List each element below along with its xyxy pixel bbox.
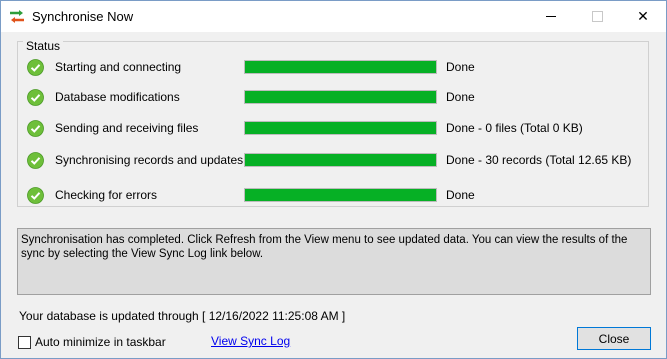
status-label: Synchronising records and updates (55, 153, 244, 167)
progress-fill (245, 154, 436, 166)
status-result: Done (446, 90, 475, 104)
progress-fill (245, 189, 436, 201)
check-circle-icon (27, 59, 44, 76)
status-legend: Status (23, 39, 64, 53)
status-row: Synchronising records and updates Done - … (1, 151, 667, 171)
status-row: Sending and receiving files Done - 0 file… (1, 119, 667, 139)
synchronise-window: Synchronise Now ✕ Status Starting and co… (0, 0, 667, 359)
view-sync-log-link[interactable]: View Sync Log (211, 334, 290, 348)
progress-bar (244, 153, 437, 167)
maximize-button (574, 1, 620, 32)
sync-message: Synchronisation has completed. Click Ref… (17, 228, 651, 295)
close-icon: ✕ (637, 8, 649, 24)
status-label: Checking for errors (55, 188, 158, 202)
progress-fill (245, 61, 436, 73)
title-bar: Synchronise Now ✕ (1, 1, 666, 32)
check-circle-icon (27, 187, 44, 204)
status-result: Done - 30 records (Total 12.65 KB) (446, 153, 632, 167)
progress-fill (245, 122, 436, 134)
status-row: Checking for errors Done (1, 186, 667, 206)
status-result: Done - 0 files (Total 0 KB) (446, 121, 583, 135)
check-circle-icon (27, 89, 44, 106)
progress-bar (244, 60, 437, 74)
progress-bar (244, 90, 437, 104)
auto-minimize-checkbox[interactable] (18, 336, 31, 349)
window-close-button[interactable]: ✕ (620, 1, 666, 32)
auto-minimize-label[interactable]: Auto minimize in taskbar (35, 335, 166, 349)
minimize-button[interactable] (528, 1, 574, 32)
close-button[interactable]: Close (577, 327, 651, 350)
status-row: Database modifications Done (1, 88, 667, 108)
minimize-icon (546, 16, 556, 17)
database-updated-text: Your database is updated through [ 12/16… (19, 309, 346, 323)
check-circle-icon (27, 120, 44, 137)
progress-bar (244, 121, 437, 135)
progress-fill (245, 91, 436, 103)
check-circle-icon (27, 152, 44, 169)
status-result: Done (446, 188, 475, 202)
status-label: Starting and connecting (55, 60, 182, 74)
status-row: Starting and connecting Done (1, 58, 667, 78)
status-label: Database modifications (55, 90, 180, 104)
status-label: Sending and receiving files (55, 121, 199, 135)
maximize-icon (591, 11, 603, 22)
sync-arrows-icon (10, 10, 24, 23)
window-title: Synchronise Now (32, 9, 134, 24)
progress-bar (244, 188, 437, 202)
status-result: Done (446, 60, 475, 74)
